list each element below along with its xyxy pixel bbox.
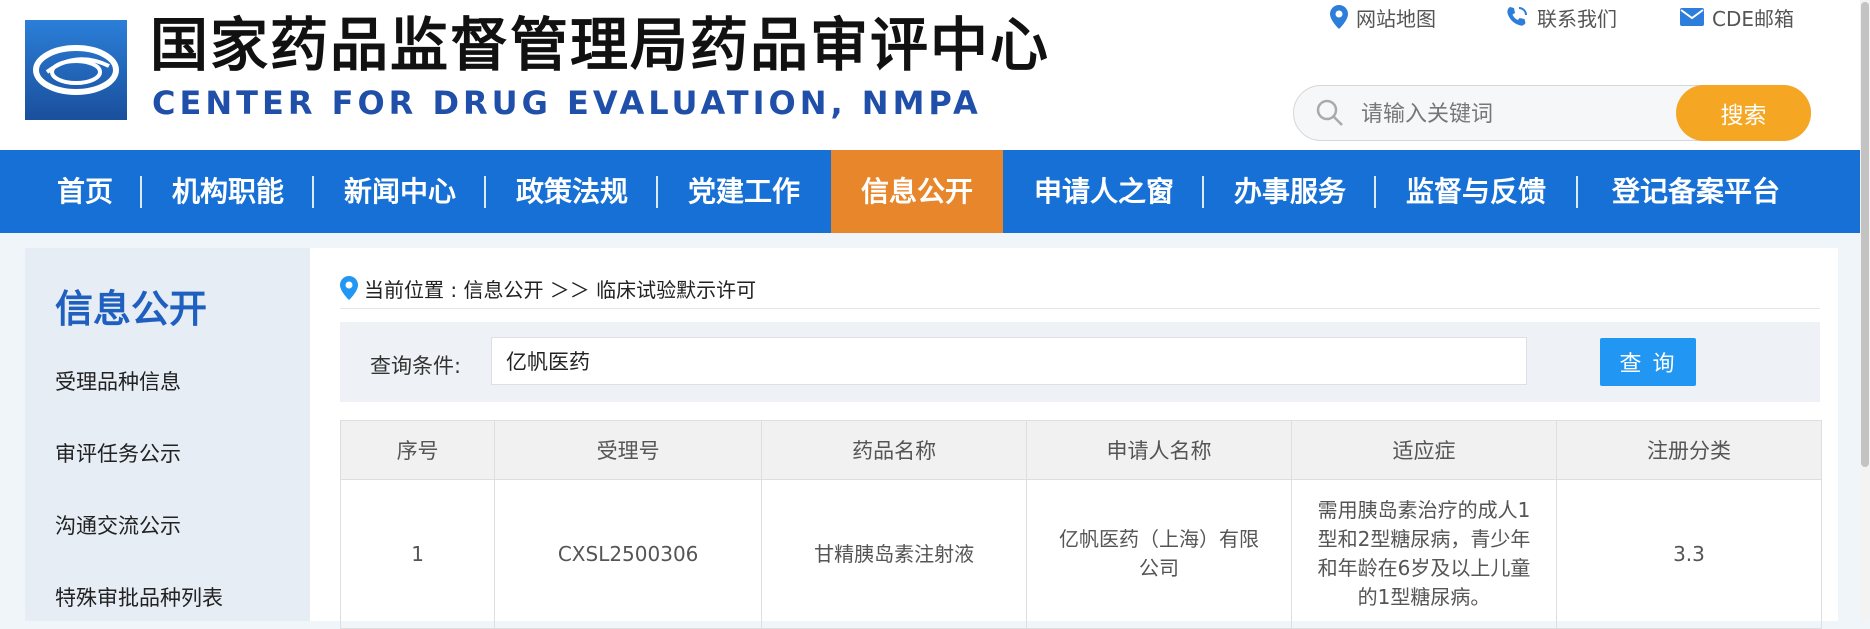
nav-divider [484,176,486,208]
nav-divider [140,176,142,208]
query-button[interactable]: 查 询 [1600,338,1696,386]
site-title-cn: 国家药品监督管理局药品审评中心 [150,11,1051,79]
search-button[interactable]: 搜索 [1676,85,1811,141]
cde-mail-label: CDE邮箱 [1712,6,1795,31]
column-header-applicant: 申请人名称 [1026,420,1293,480]
nav-item-registration[interactable]: 登记备案平台 [1584,150,1808,233]
phone-icon [1507,7,1527,26]
results-table: 序号 受理号 药品名称 申请人名称 适应症 注册分类 1 CXSL2500306… [339,420,1823,629]
breadcrumb: 当前位置 : 信息公开 ＞＞ 临床试验默示许可 [340,268,756,308]
table-header-row: 序号 受理号 药品名称 申请人名称 适应症 注册分类 [339,420,1823,480]
nav-item-info-disclosure[interactable]: 信息公开 [831,150,1003,233]
cell-drug-name[interactable]: 甘精胰岛素注射液 [761,479,1028,629]
query-panel: 查询条件: 查 询 [340,322,1820,402]
cde-mail-link[interactable]: CDE邮箱 [1680,0,1794,34]
nav-divider [1202,176,1204,208]
column-header-indication: 适应症 [1291,420,1557,480]
breadcrumb-text: 当前位置 : 信息公开 ＞＞ 临床试验默示许可 [364,277,757,302]
cell-registration-class: 3.3 [1555,479,1823,629]
nav-divider [656,176,658,208]
column-header-index: 序号 [339,420,496,480]
site-search: 搜索 [1293,85,1811,141]
breadcrumb-divider [340,308,1820,309]
sidebar-item-accepted-varieties[interactable]: 受理品种信息 [55,366,181,396]
query-label: 查询条件: [370,354,462,378]
column-header-drug-name: 药品名称 [761,420,1028,480]
column-header-acceptance-no: 受理号 [494,420,763,480]
sidebar-item-review-tasks[interactable]: 审评任务公示 [55,438,181,468]
main-content: 当前位置 : 信息公开 ＞＞ 临床试验默示许可 查询条件: 查 询 序号 受理号… [310,248,1838,629]
nav-item-news[interactable]: 新闻中心 [316,150,484,233]
nav-item-functions[interactable]: 机构职能 [144,150,312,233]
cell-indication: 需用胰岛素治疗的成人1型和2型糖尿病，青少年和年龄在6岁及以上儿童的1型糖尿病。 [1291,479,1557,629]
cell-applicant: 亿帆医药（上海）有限公司 [1026,479,1293,629]
location-pin-icon [1330,5,1348,29]
sidebar-title: 信息公开 [55,287,208,331]
main-nav: 首页 机构职能 新闻中心 政策法规 党建工作 信息公开 申请人之窗 办事服务 监… [0,150,1860,233]
nav-item-services[interactable]: 办事服务 [1206,150,1374,233]
mail-icon [1680,8,1704,26]
page-scrollbar[interactable] [1860,0,1870,621]
nav-item-applicant[interactable]: 申请人之窗 [1006,150,1202,233]
nav-divider [312,176,314,208]
table-row: 1 CXSL2500306 甘精胰岛素注射液 亿帆医药（上海）有限公司 需用胰岛… [339,479,1823,629]
cell-index: 1 [339,479,496,629]
contact-us-link[interactable]: 联系我们 [1505,0,1617,34]
search-input[interactable] [1359,94,1693,134]
cde-logo[interactable] [25,20,127,120]
sidebar: 信息公开 受理品种信息 审评任务公示 沟通交流公示 特殊审批品种列表 [25,248,310,621]
query-input[interactable] [491,337,1527,385]
contact-us-label: 联系我们 [1537,6,1617,31]
site-map-label: 网站地图 [1356,6,1436,31]
sidebar-item-communication[interactable]: 沟通交流公示 [55,510,181,540]
nav-divider [1374,176,1376,208]
nav-item-party[interactable]: 党建工作 [660,150,828,233]
nav-item-policy[interactable]: 政策法规 [488,150,656,233]
nav-item-home[interactable]: 首页 [30,150,140,233]
site-title-en: CENTER FOR DRUG EVALUATION, NMPA [152,84,982,122]
sidebar-item-special-approval[interactable]: 特殊审批品种列表 [55,582,223,612]
cell-acceptance-no[interactable]: CXSL2500306 [494,479,763,629]
site-header: 国家药品监督管理局药品审评中心 CENTER FOR DRUG EVALUATI… [0,0,1870,150]
column-header-registration-class: 注册分类 [1555,420,1823,480]
nav-item-feedback[interactable]: 监督与反馈 [1378,150,1574,233]
scrollbar-thumb[interactable] [1861,2,1869,467]
nav-divider [1576,176,1578,208]
site-map-link[interactable]: 网站地图 [1330,0,1436,34]
location-pin-icon [340,276,358,300]
search-icon [1316,99,1343,126]
